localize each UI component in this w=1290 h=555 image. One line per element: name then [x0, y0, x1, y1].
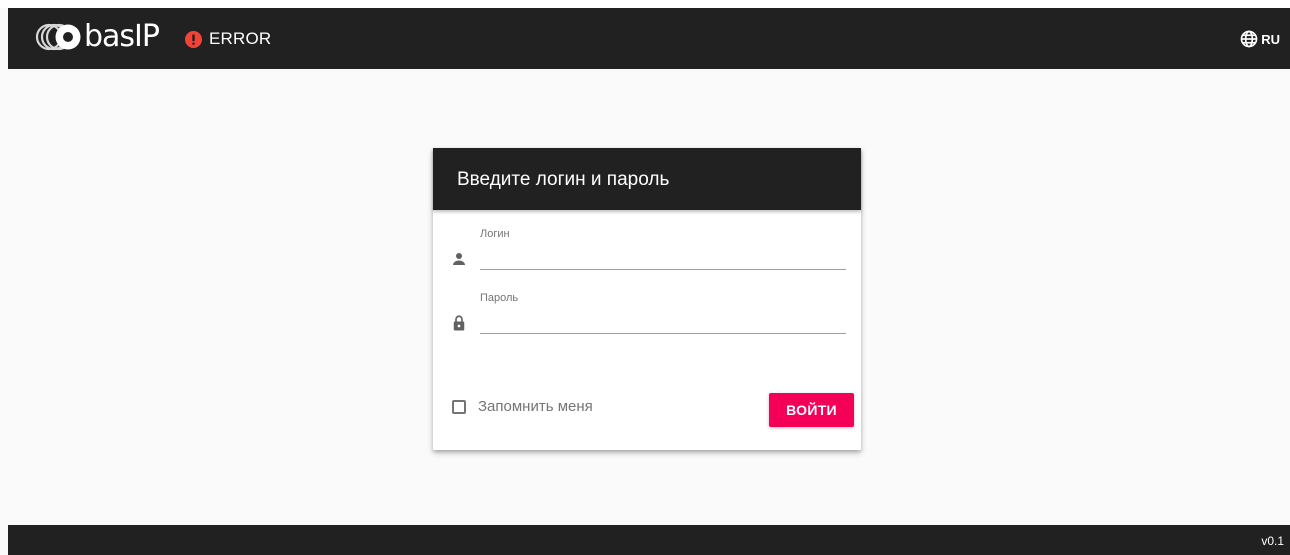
login-page: basIP ERROR RU Введите логин и пароль Ло… — [0, 0, 1290, 555]
password-label: Пароль — [480, 292, 519, 304]
top-frame — [0, 0, 1290, 8]
logo-text: basIP — [84, 19, 160, 54]
login-button[interactable]: ВОЙТИ — [769, 393, 854, 427]
lock-icon — [453, 315, 465, 331]
remember-me-checkbox[interactable] — [452, 399, 466, 414]
login-label: Логин — [480, 228, 510, 240]
globe-icon — [1240, 30, 1258, 48]
login-field: Логин — [450, 228, 846, 274]
error-status: ERROR — [185, 27, 271, 51]
login-input[interactable] — [480, 244, 846, 270]
language-label: RU — [1261, 31, 1280, 47]
logo[interactable]: basIP — [32, 15, 160, 59]
password-input[interactable] — [480, 308, 846, 334]
version-label: v0.1 — [1261, 534, 1284, 548]
login-card-title: Введите логин и пароль — [457, 169, 670, 190]
person-icon — [453, 253, 465, 265]
language-selector[interactable]: RU — [1239, 27, 1280, 51]
login-card: Введите логин и пароль Логин Пароль Запо… — [433, 148, 861, 450]
password-field: Пароль — [450, 292, 846, 338]
logo-mark-icon — [35, 23, 81, 51]
error-icon — [185, 30, 202, 48]
login-card-header: Введите логин и пароль — [433, 148, 861, 210]
remember-me[interactable]: Запомнить меня — [452, 398, 593, 415]
error-text: ERROR — [209, 29, 272, 48]
app-footer: v0.1 — [8, 525, 1290, 555]
app-header: basIP ERROR RU — [8, 8, 1290, 69]
remember-me-label: Запомнить меня — [478, 398, 593, 415]
